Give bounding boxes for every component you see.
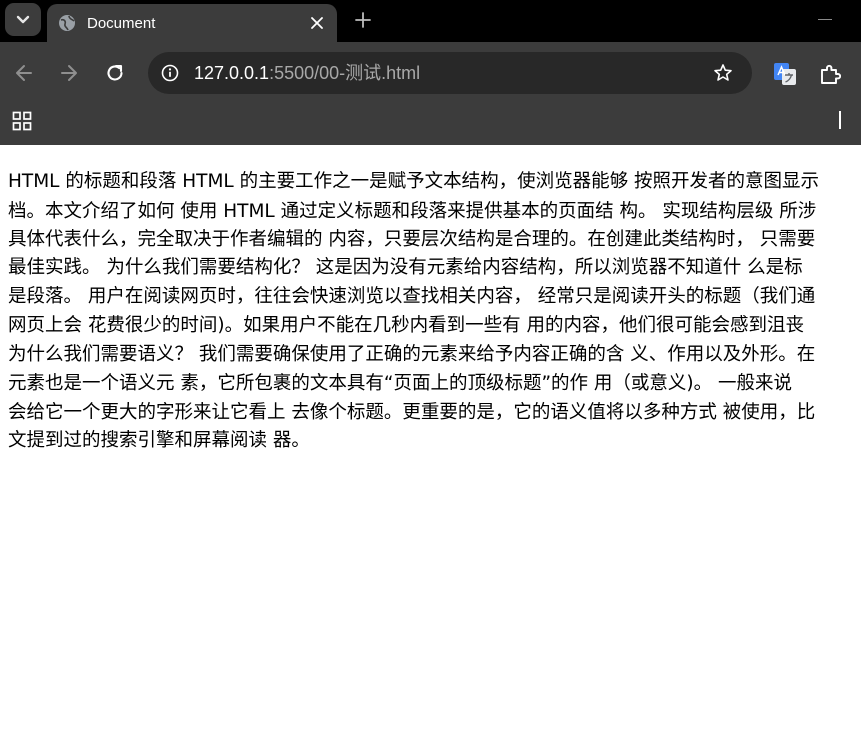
page-content: HTML 的标题和段落 HTML 的主要工作之一是赋予文本结构，使浏览器能够 按… <box>0 145 861 754</box>
tab-title: Document <box>87 14 156 32</box>
arrow-right-icon <box>61 65 77 81</box>
paragraph-line: 会给它一个更大的字形来让它看上 去像个标题。更重要的是，它的语义值将以多种方式 … <box>8 402 816 423</box>
url-path: :5500/00-测试.html <box>269 63 421 83</box>
reload-icon <box>107 64 123 81</box>
plus-icon <box>355 12 371 28</box>
chevron-down-icon <box>16 15 30 23</box>
info-icon[interactable] <box>160 63 180 83</box>
paragraph-line: 文提到过的搜索引擎和屏幕阅读 器。 <box>8 430 310 451</box>
translate-extension-button[interactable] <box>772 61 798 87</box>
paragraph-line: 具体代表什么，完全取决于作者编辑的 内容，只要层次结构是合理的。在创建此类结构时… <box>8 229 816 250</box>
close-icon[interactable] <box>307 13 327 33</box>
puzzle-icon <box>821 64 841 84</box>
url-host: 127.0.0.1 <box>194 63 270 83</box>
google-translate-icon <box>774 63 796 85</box>
url-text[interactable]: 127.0.0.1:5500/00-测试.html <box>194 62 420 84</box>
paragraph-line: 是段落。 用户在阅读网页时，往往会快速浏览以查找相关内容， 经常只是阅读开头的标… <box>8 286 816 307</box>
paragraph-line: 档。本文介绍了如何 使用 HTML 通过定义标题和段落来提供基本的页面结 构。 … <box>8 201 817 222</box>
minimize-button[interactable] <box>818 19 832 20</box>
active-tab[interactable]: Document <box>47 4 337 42</box>
paragraph-line: 为什么我们需要语义？ 我们需要确保使用了正确的元素来给予内容正确的含 义、作用以… <box>8 344 816 365</box>
reload-button[interactable] <box>103 61 127 85</box>
paragraph-line: 最佳实践。 为什么我们需要结构化？ 这是因为没有元素给内容结构，所以浏览器不知道… <box>8 257 803 278</box>
arrow-left-icon <box>16 65 32 81</box>
new-tab-button[interactable] <box>352 9 374 31</box>
bookmarks-divider <box>839 111 841 129</box>
tab-strip: Document <box>0 0 861 42</box>
apps-button[interactable] <box>11 110 33 132</box>
apps-grid-icon <box>12 111 32 131</box>
forward-button[interactable] <box>57 61 81 85</box>
back-button[interactable] <box>12 61 36 85</box>
address-bar[interactable]: 127.0.0.1:5500/00-测试.html <box>148 52 752 94</box>
bookmarks-bar <box>0 104 861 145</box>
paragraph-line: 网页上会 花费很少的时间)。如果用户不能在几秒内看到一些有 用的内容，他们很可能… <box>8 315 804 336</box>
paragraph-line: 元素也是一个语义元 素，它所包裹的文本具有“页面上的顶级标题”的作 用（或意义)… <box>8 373 793 394</box>
browser-toolbar: 127.0.0.1:5500/00-测试.html <box>0 42 861 104</box>
extensions-button[interactable] <box>817 61 843 87</box>
globe-icon <box>58 14 76 32</box>
paragraph-line: HTML 的标题和段落 HTML 的主要工作之一是赋予文本结构，使浏览器能够 按… <box>8 171 819 192</box>
tab-search-button[interactable] <box>5 3 41 36</box>
star-icon[interactable] <box>712 62 734 84</box>
